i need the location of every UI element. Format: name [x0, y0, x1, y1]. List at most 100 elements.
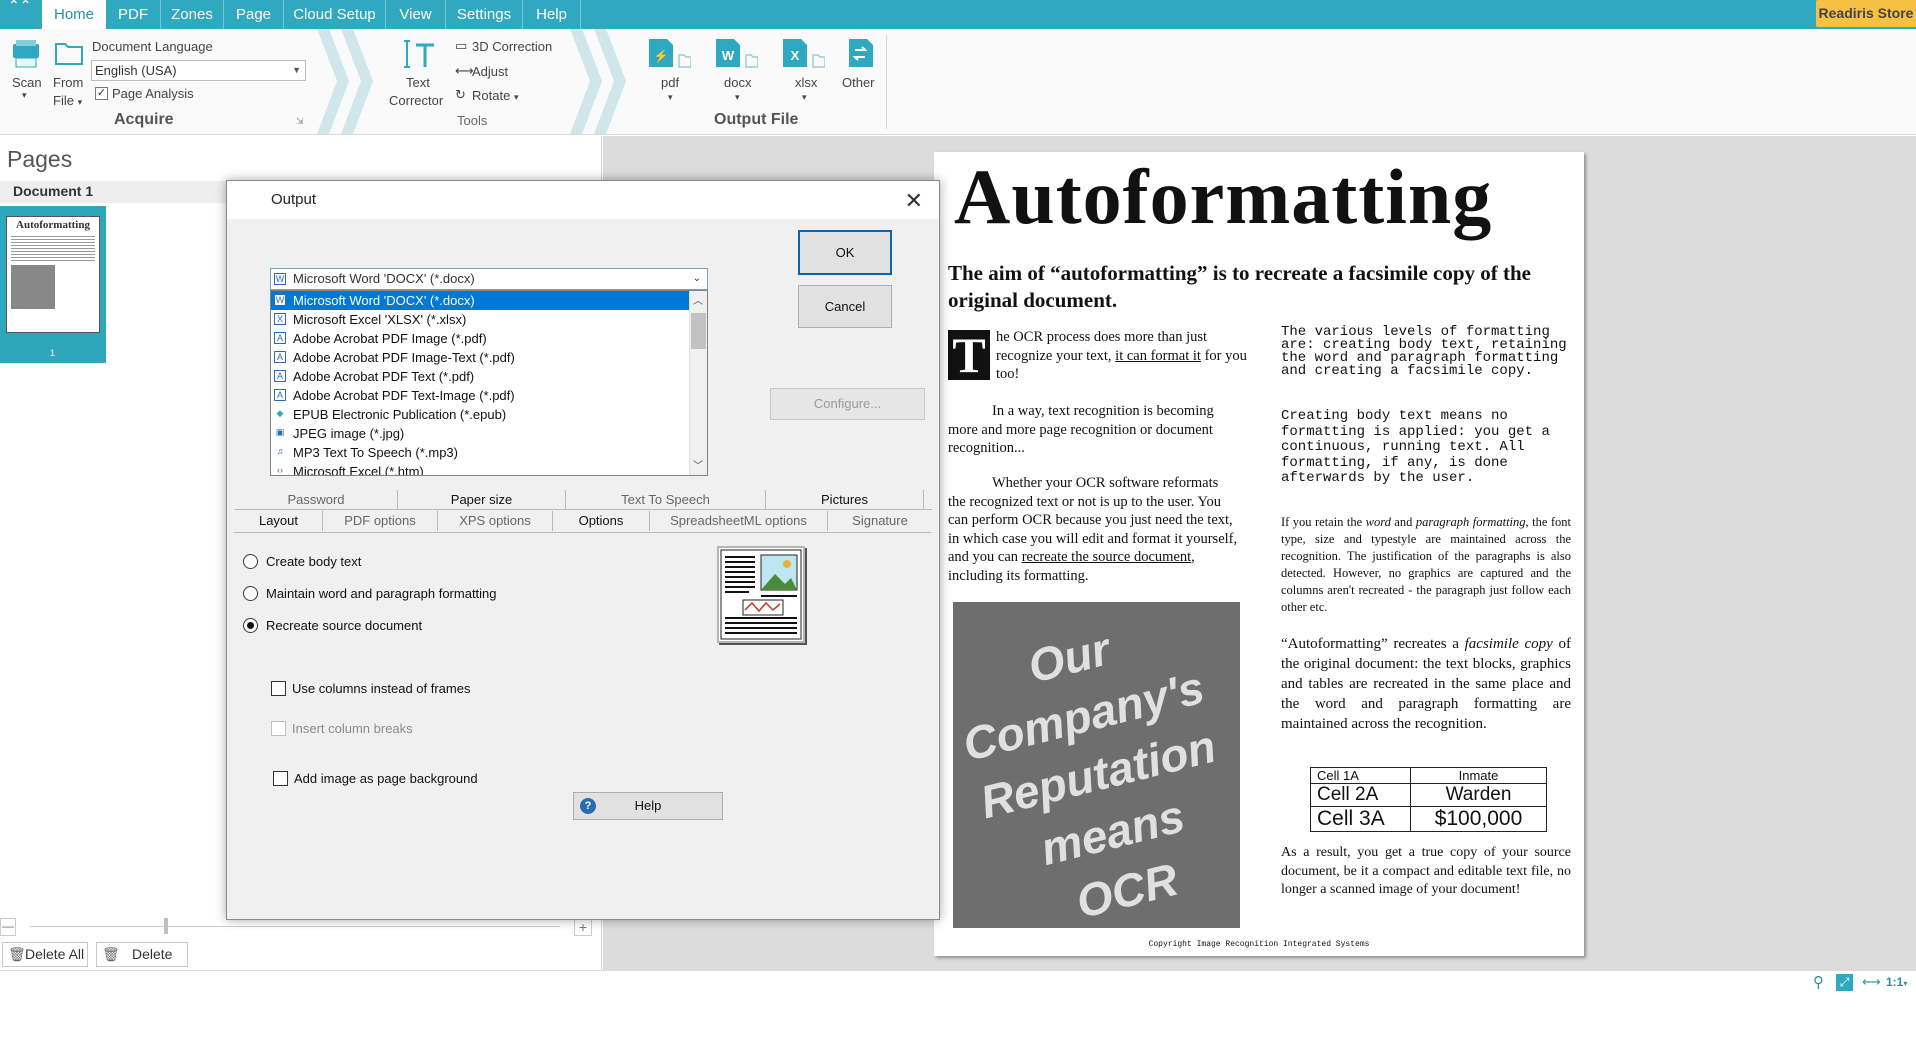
- scrollbar-thumb[interactable]: [691, 313, 706, 349]
- page-thumbnail[interactable]: Autoformatting 1: [0, 206, 106, 363]
- zoom-in-button[interactable]: +: [574, 918, 592, 936]
- cancel-button[interactable]: Cancel: [798, 285, 892, 328]
- list-item[interactable]: ◆ EPUB Electronic Publication (*.epub): [271, 405, 689, 424]
- tab-password[interactable]: Password: [235, 490, 398, 510]
- zoom-level[interactable]: 1:1▾: [1886, 975, 1907, 989]
- list-item[interactable]: A Adobe Acrobat PDF Text (*.pdf): [271, 367, 689, 386]
- doc-title: Autoformatting: [954, 153, 1493, 240]
- page-analysis-checkbox[interactable]: ✓: [95, 87, 108, 100]
- create-body-text-radio[interactable]: [243, 554, 258, 569]
- jpeg-icon: ▣: [274, 427, 286, 439]
- list-item[interactable]: A Adobe Acrobat PDF Image-Text (*.pdf): [271, 348, 689, 367]
- tab-spreadsheetml-options[interactable]: SpreadsheetML options: [650, 511, 828, 531]
- tab-paper-size[interactable]: Paper size: [398, 490, 566, 510]
- from-file-dropdown-icon[interactable]: ▾: [78, 97, 83, 107]
- scroll-up-icon[interactable]: ︿: [693, 292, 703, 307]
- use-columns-checkbox[interactable]: [271, 681, 286, 696]
- list-scrollbar[interactable]: ︿ ﹀: [689, 291, 707, 475]
- scan-dropdown-icon[interactable]: ▾: [22, 90, 27, 101]
- tab-zones[interactable]: Zones: [161, 0, 224, 29]
- tab-settings[interactable]: Settings: [446, 0, 523, 29]
- pdf-dropdown-icon[interactable]: ▾: [668, 92, 673, 103]
- tab-xps-options[interactable]: XPS options: [438, 511, 553, 531]
- thumbnail-size-slider[interactable]: [30, 926, 560, 927]
- recreate-source-radio[interactable]: [243, 618, 258, 633]
- from-file-button[interactable]: From: [53, 75, 83, 90]
- zoom-out-button[interactable]: —: [0, 918, 16, 936]
- xlsx-dropdown-icon[interactable]: ▾: [802, 92, 807, 103]
- search-icon[interactable]: ⚲: [1813, 973, 1824, 991]
- adjust-button[interactable]: Adjust: [472, 64, 508, 79]
- table-cell: Cell 1A: [1310, 767, 1411, 784]
- document-label: Document 1: [13, 183, 94, 199]
- scroll-down-icon[interactable]: ﹀: [693, 457, 703, 472]
- output-format-select[interactable]: W Microsoft Word 'DOCX' (*.docx) ⌄: [270, 268, 708, 290]
- docx-output-button[interactable]: docx: [724, 75, 751, 90]
- tab-cloud-setup[interactable]: Cloud Setup: [284, 0, 386, 29]
- maintain-formatting-radio[interactable]: [243, 586, 258, 601]
- output-format-list[interactable]: W Microsoft Word 'DOCX' (*.docx) X Microso…: [270, 290, 708, 476]
- 3d-correction-button[interactable]: 3D Correction: [472, 39, 552, 54]
- page-number: 1: [50, 348, 56, 358]
- excel-file-icon: X: [783, 39, 825, 68]
- pdf-output-button[interactable]: pdf: [661, 75, 679, 90]
- tab-signature[interactable]: Signature: [828, 511, 932, 531]
- scanner-icon: [13, 40, 39, 68]
- other-output-button[interactable]: Other: [842, 75, 875, 90]
- dialog-title: Output: [271, 191, 317, 208]
- tab-options[interactable]: Options: [553, 511, 650, 531]
- help-button[interactable]: ? Help: [573, 792, 723, 820]
- app-logo-icon[interactable]: ⌃⌃: [8, 0, 34, 12]
- doc-text: If you retain the: [1281, 515, 1366, 529]
- tab-home[interactable]: Home: [42, 0, 106, 29]
- list-item[interactable]: A Adobe Acrobat PDF Text-Image (*.pdf): [271, 386, 689, 405]
- table-cell: Warden: [1410, 783, 1547, 807]
- trash-icon: 🗑: [8, 946, 26, 962]
- folder-icon: [55, 43, 83, 65]
- ok-button[interactable]: OK: [798, 230, 892, 275]
- layout-preview-icon: [720, 549, 802, 640]
- scan-button[interactable]: Scan: [12, 75, 42, 90]
- document-language-select[interactable]: English (USA) ▼: [91, 60, 306, 81]
- table-cell: Cell 3A: [1310, 806, 1411, 832]
- tab-pdf-options[interactable]: PDF options: [323, 511, 438, 531]
- ribbon: Scan ▾ From File ▾ Document Language Eng…: [0, 29, 1916, 135]
- text-corrector-button[interactable]: Text: [406, 75, 430, 90]
- readiris-store-button[interactable]: Readiris Store: [1816, 0, 1916, 27]
- list-item[interactable]: X Microsoft Excel 'XLSX' (*.xlsx): [271, 310, 689, 329]
- doc-col1-p3: Whether your OCR software reformats the …: [948, 474, 1238, 585]
- configure-button[interactable]: Configure...: [770, 388, 925, 420]
- word-icon: W: [274, 273, 286, 285]
- tab-pdf[interactable]: PDF: [106, 0, 161, 29]
- tab-pictures[interactable]: Pictures: [766, 490, 924, 510]
- delete-all-button[interactable]: 🗑 Delete All: [2, 942, 88, 967]
- insert-column-breaks-checkbox[interactable]: [271, 721, 286, 736]
- list-item[interactable]: W Microsoft Word 'DOCX' (*.docx): [271, 291, 689, 310]
- adjust-icon: ⟷: [455, 63, 474, 78]
- rotate-dropdown-icon[interactable]: ▾: [514, 92, 519, 102]
- list-item[interactable]: ‹› Microsoft Excel (*.htm): [271, 462, 689, 475]
- dialog-launcher-icon[interactable]: ⇲: [296, 116, 304, 127]
- tab-page[interactable]: Page: [224, 0, 284, 29]
- list-item[interactable]: ♫ MP3 Text To Speech (*.mp3): [271, 443, 689, 462]
- rotate-button[interactable]: Rotate ▾: [472, 88, 518, 103]
- output-dialog: Output ✕ W Microsoft Word 'DOCX' (*.docx…: [226, 180, 940, 920]
- acquire-group-title: Acquire: [114, 111, 174, 128]
- list-item[interactable]: ▣ JPEG image (*.jpg): [271, 424, 689, 443]
- list-item[interactable]: A Adobe Acrobat PDF Image (*.pdf): [271, 329, 689, 348]
- delete-button[interactable]: 🗑 Delete: [96, 942, 188, 967]
- fit-width-icon[interactable]: ⟷: [1862, 974, 1881, 990]
- tab-layout[interactable]: Layout: [235, 511, 323, 531]
- close-icon[interactable]: ✕: [905, 188, 923, 214]
- svg-text:X: X: [791, 48, 800, 63]
- tab-view[interactable]: View: [386, 0, 446, 29]
- maintain-formatting-label: Maintain word and paragraph formatting: [266, 586, 497, 601]
- add-image-background-checkbox[interactable]: [273, 771, 288, 786]
- xlsx-output-button[interactable]: xlsx: [795, 75, 817, 90]
- docx-dropdown-icon[interactable]: ▾: [735, 92, 740, 103]
- tab-text-to-speech[interactable]: Text To Speech: [566, 490, 766, 510]
- hidden-field-edge: [710, 433, 942, 453]
- slider-handle[interactable]: [164, 918, 168, 934]
- tab-help[interactable]: Help: [523, 0, 581, 29]
- fit-page-icon[interactable]: ⤢: [1836, 974, 1853, 991]
